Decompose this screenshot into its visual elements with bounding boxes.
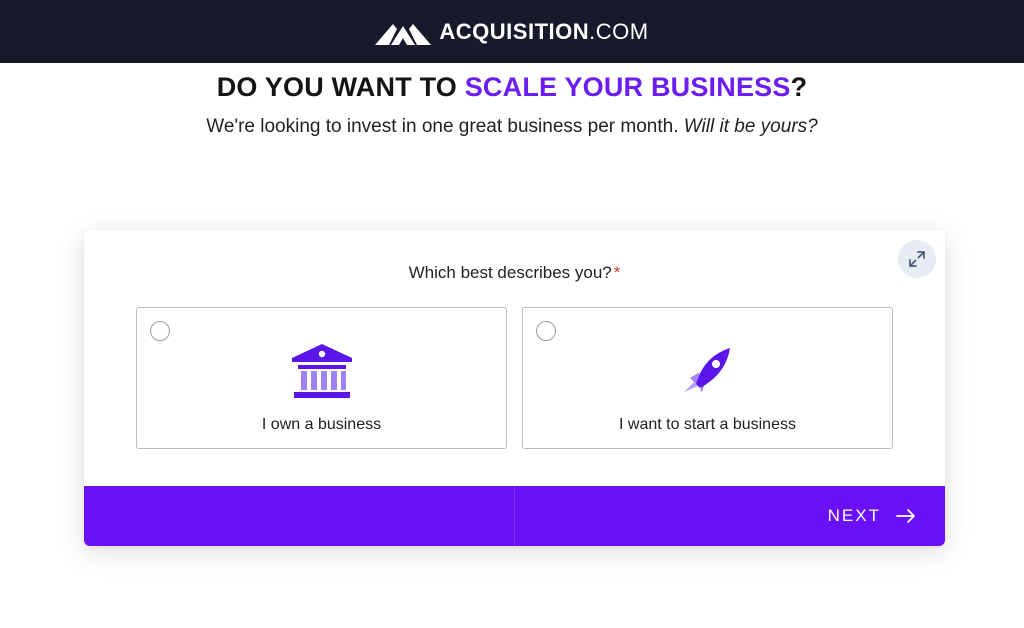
hero-title-suffix: ?: [790, 72, 808, 102]
top-header: ACQUISITION.COM: [0, 0, 1024, 63]
hero-title: DO YOU WANT TO SCALE YOUR BUSINESS?: [0, 72, 1024, 103]
option-own-business-label: I own a business: [261, 416, 382, 433]
arrow-right-icon: [896, 509, 915, 523]
hero-title-prefix: DO YOU WANT TO: [216, 72, 465, 102]
hero-subtitle-text: We're looking to invest in one great bus…: [206, 116, 679, 137]
rocket-icon: [683, 348, 730, 392]
option-start-business-label: I want to start a business: [619, 416, 796, 433]
mountain-logo-icon: [375, 23, 432, 45]
next-button[interactable]: NEXT: [515, 486, 945, 546]
hero-subtitle: We're looking to invest in one great bus…: [0, 116, 1024, 138]
form-footer: NEXT: [84, 486, 945, 546]
radio-start-business[interactable]: [536, 321, 556, 341]
form-card: Which best describes you? * I own a busin…: [84, 230, 945, 546]
brand-name: ACQUISITION.COM: [439, 18, 649, 44]
brand-logo-link[interactable]: ACQUISITION.COM: [375, 18, 648, 46]
hero-subtitle-emphasis: Will it be yours?: [683, 116, 818, 137]
option-start-business[interactable]: I want to start a business: [522, 307, 893, 449]
brand-name-strong: ACQUISITION: [439, 18, 590, 44]
question-text: Which best describes you?: [408, 263, 612, 282]
brand-name-suffix: .COM: [589, 18, 649, 44]
required-marker: *: [613, 263, 621, 282]
next-label: NEXT: [827, 506, 881, 525]
question-label: Which best describes you? *: [84, 263, 945, 283]
radio-own-business[interactable]: [150, 321, 170, 341]
bank-building-icon: [291, 344, 352, 398]
hero-title-accent: SCALE YOUR BUSINESS: [464, 72, 791, 102]
footer-back-area: [84, 486, 515, 546]
option-own-business[interactable]: I own a business: [136, 307, 507, 449]
